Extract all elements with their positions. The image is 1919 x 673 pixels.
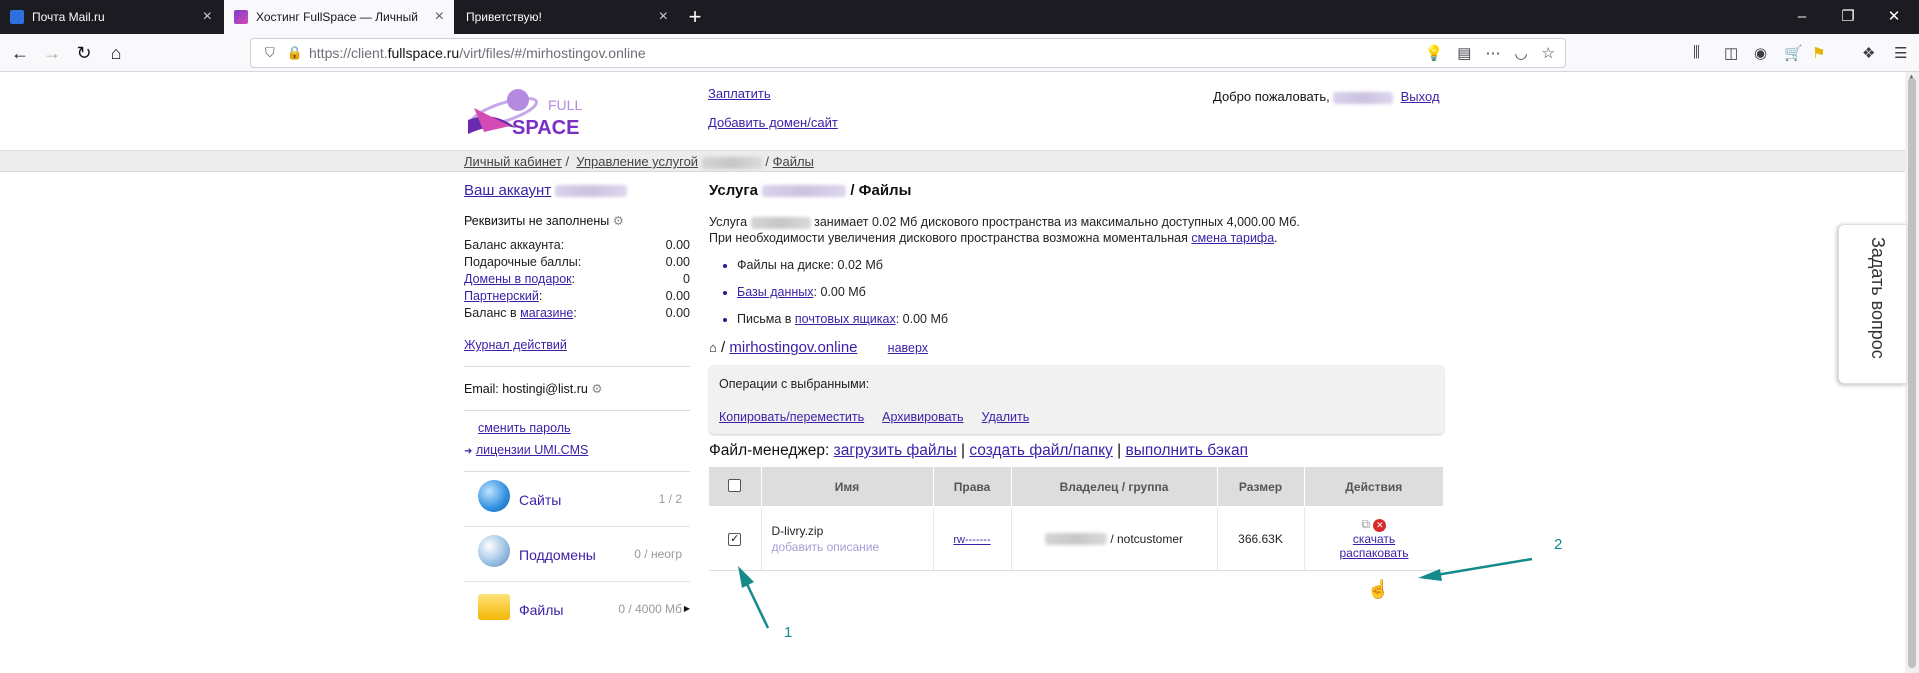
tab-welcome[interactable]: Приветствую! × [456, 0, 678, 34]
library-icon[interactable]: ⫼ [1693, 44, 1700, 61]
minimize-icon[interactable]: – [1779, 0, 1825, 34]
annotation-label-2: 2 [1554, 536, 1563, 553]
url-bar[interactable]: ⛉ 🔒 https://client.fullspace.ru/virt/file… [250, 38, 1566, 68]
home-icon[interactable]: ⌂ [102, 39, 130, 67]
page: ▲ FULL SPACE Заплатить Добавить домен/са… [0, 72, 1919, 673]
annotation-arrows [738, 557, 1533, 629]
nav-bar: ← → ↻ ⌂ ⛉ 🔒 https://client.fullspace.ru/v… [0, 34, 1919, 72]
close-tab-icon[interactable]: × [203, 8, 212, 26]
lightbulb-icon[interactable]: 💡 [1425, 44, 1444, 62]
account-icon[interactable]: ◉ [1754, 44, 1767, 62]
annotation-arrowhead-1 [738, 566, 754, 588]
ask-question-button[interactable]: Задать вопрос [1838, 224, 1906, 384]
restore-icon[interactable]: ❐ [1825, 0, 1871, 34]
annotation-arrow-1 [744, 581, 770, 629]
bookmark-star-icon[interactable]: ☆ [1542, 44, 1555, 62]
url-input[interactable]: https://client.fullspace.ru/virt/files/#… [309, 45, 1425, 61]
tab-bar: Почта Mail.ru × Хостинг FullSpace — Личн… [0, 0, 1919, 34]
forward-icon[interactable]: → [38, 39, 66, 67]
new-tab-button[interactable]: + [682, 4, 708, 30]
ask-question-label: Задать вопрос [1868, 237, 1888, 359]
pocket-icon[interactable]: ◡ [1514, 44, 1527, 62]
back-icon[interactable]: ← [6, 39, 34, 67]
annotation-label-1: 1 [784, 624, 793, 641]
close-tab-icon[interactable]: × [659, 8, 668, 26]
close-tab-icon[interactable]: × [435, 8, 444, 26]
tab-fullspace[interactable]: Хостинг FullSpace — Личный × [224, 0, 454, 34]
tab-mail[interactable]: Почта Mail.ru × [0, 0, 222, 34]
menu-icon[interactable]: ☰ [1894, 44, 1907, 62]
url-prefix: https://client. [309, 45, 388, 61]
tab-title: Хостинг FullSpace — Личный [256, 10, 418, 24]
reload-icon[interactable]: ↻ [70, 39, 98, 67]
extensions-icon[interactable]: ❖ [1862, 44, 1875, 62]
annotation-arrowhead-2 [1418, 569, 1442, 581]
mail-favicon-icon [10, 10, 24, 24]
url-path: /virt/files/#/mirhostingov.online [459, 45, 646, 61]
flag-icon[interactable]: ⚑ [1812, 44, 1825, 62]
close-window-icon[interactable]: ✕ [1871, 0, 1917, 34]
more-actions-icon[interactable]: ⋯ [1485, 44, 1500, 62]
fullspace-favicon-icon [234, 10, 248, 24]
sidebar-icon[interactable]: ◫ [1724, 44, 1738, 62]
tab-title: Приветствую! [466, 10, 542, 24]
annotation-arrow-2 [1435, 557, 1533, 577]
lock-icon[interactable]: 🔒 [287, 45, 303, 61]
reader-view-icon[interactable]: ▤ [1457, 44, 1471, 62]
shield-icon[interactable]: ⛉ [265, 45, 275, 61]
url-domain: fullspace.ru [387, 45, 460, 61]
cart-icon[interactable]: 🛒 [1784, 44, 1803, 62]
tab-title: Почта Mail.ru [32, 10, 105, 24]
